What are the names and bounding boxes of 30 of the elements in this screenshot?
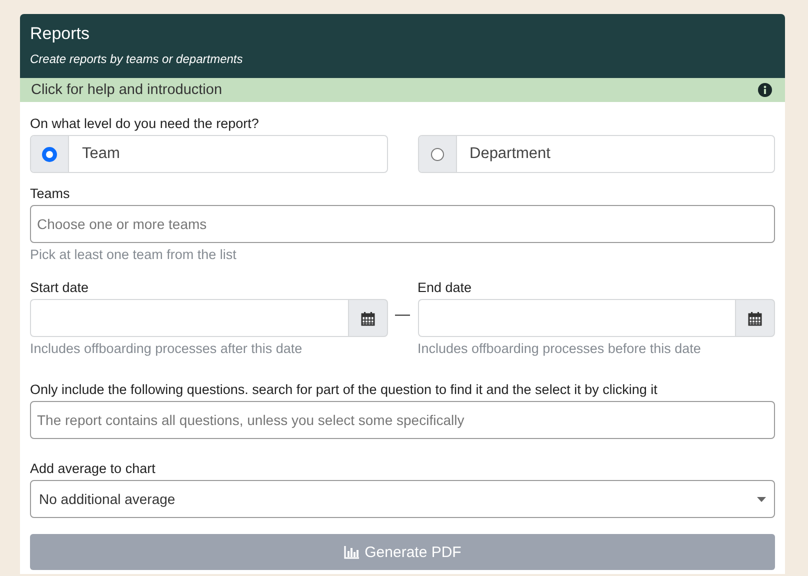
- help-bar[interactable]: Click for help and introduction: [20, 78, 785, 102]
- page-subtitle: Create reports by teams or departments: [30, 52, 244, 66]
- radio-option[interactable]: Team: [30, 135, 388, 173]
- calendar-button[interactable]: [735, 299, 775, 337]
- date-field[interactable]: [30, 299, 348, 337]
- date-separator: —: [394, 306, 411, 323]
- help-text: Includes offboarding processes before this date: [418, 341, 702, 356]
- bar-chart-icon: [344, 546, 359, 558]
- average-select[interactable]: No additional average: [30, 480, 775, 518]
- calendar-icon: [748, 310, 762, 326]
- field-label: Teams: [30, 186, 71, 201]
- questions-field[interactable]: The report contains all questions, unless you select some specifically: [30, 401, 775, 439]
- field-label: Start date: [30, 280, 90, 295]
- field-label: End date: [418, 280, 473, 295]
- help-bar-text: Click for help and introduction: [31, 82, 222, 98]
- teams-field[interactable]: Choose one or more teams: [30, 205, 775, 243]
- field-label: Add average to chart: [30, 461, 156, 476]
- info-icon: [758, 83, 772, 97]
- caret-icon: [757, 496, 766, 502]
- field-label: Only include the following questions. search for part of the question to find it and the select it by clicking it: [30, 382, 658, 397]
- date-field[interactable]: [418, 299, 735, 337]
- calendar-icon: [360, 310, 374, 326]
- calendar-button[interactable]: [348, 299, 388, 337]
- help-text: Pick at least one team from the list: [30, 247, 238, 262]
- help-text: Includes offboarding processes after this date: [30, 341, 304, 356]
- radio-button[interactable]: [430, 148, 444, 160]
- page-title: Reports: [30, 24, 91, 44]
- radio-button[interactable]: [43, 148, 56, 160]
- radio-option[interactable]: Department: [418, 135, 775, 173]
- field-label: On what level do you need the report?: [30, 116, 260, 131]
